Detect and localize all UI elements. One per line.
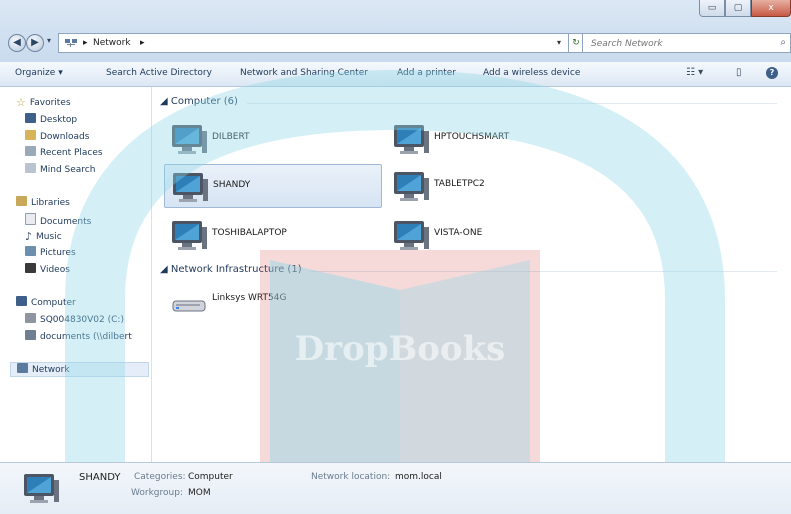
network-icon xyxy=(65,39,77,47)
computer-name: DILBERT xyxy=(212,132,250,142)
nav-item-desktop[interactable]: Desktop xyxy=(25,113,77,127)
details-location-label: Network location: xyxy=(311,472,391,482)
desktop-icon xyxy=(25,113,36,123)
group-header-computer[interactable]: ◢ Computer (6) xyxy=(160,96,238,107)
preview-pane-icon[interactable]: ▯ xyxy=(736,67,742,78)
details-workgroup-value: MOM xyxy=(188,488,211,498)
computer-name: HPTOUCHSMART xyxy=(434,132,510,142)
title-bar: ▭ ▢ x ◀ ▶ ▾ ▸ Network ▸ ▾ ↻ ⌕ xyxy=(0,0,791,63)
navigation-pane: ☆ Favorites Desktop Downloads Recent Plac… xyxy=(0,87,152,462)
nav-libraries[interactable]: Libraries xyxy=(16,196,70,210)
computer-icon xyxy=(173,173,208,202)
details-location-value: mom.local xyxy=(395,472,442,482)
mind-search-icon xyxy=(25,163,36,173)
back-button[interactable]: ◀ xyxy=(8,34,26,52)
nav-computer[interactable]: Computer xyxy=(16,296,76,310)
minimize-button[interactable]: ▭ xyxy=(699,0,725,17)
computer-icon xyxy=(172,221,207,250)
nav-item-downloads[interactable]: Downloads xyxy=(25,130,89,144)
computer-name: SHANDY xyxy=(213,180,251,190)
computer-tile-dilbert[interactable]: DILBERT xyxy=(164,117,382,161)
computer-name: TABLETPC2 xyxy=(434,179,485,189)
computer-icon xyxy=(24,474,59,503)
recent-pages-dropdown[interactable]: ▾ xyxy=(47,36,51,45)
music-icon: ♪ xyxy=(25,230,33,243)
nav-item-local-disk[interactable]: SQ004830V02 (C:) xyxy=(25,313,124,327)
nav-item-music[interactable]: ♪ Music xyxy=(25,230,62,244)
search-box[interactable]: ⌕ xyxy=(582,33,791,53)
view-options-icon[interactable]: ☷ ▾ xyxy=(686,67,703,78)
nav-item-network-drive[interactable]: documents (\\dilbert xyxy=(25,330,132,344)
forward-arrow-icon: ▶ xyxy=(31,37,39,48)
nav-item-pictures[interactable]: Pictures xyxy=(25,246,76,260)
network-drive-icon xyxy=(25,330,36,340)
explorer-window: ▭ ▢ x ◀ ▶ ▾ ▸ Network ▸ ▾ ↻ ⌕ Organize ▾ xyxy=(0,0,791,514)
back-arrow-icon: ◀ xyxy=(13,37,21,48)
computer-tile-tabletpc2[interactable]: TABLETPC2 xyxy=(386,164,604,208)
close-button[interactable]: x xyxy=(751,0,791,17)
router-icon xyxy=(172,300,206,312)
libraries-icon xyxy=(16,196,27,206)
collapse-triangle-icon[interactable]: ◢ xyxy=(160,96,168,107)
star-icon: ☆ xyxy=(16,96,26,109)
group-header-network-infrastructure[interactable]: ◢ Network Infrastructure (1) xyxy=(160,264,302,275)
add-wireless-device-button[interactable]: Add a wireless device xyxy=(483,68,580,78)
nav-item-mind-search[interactable]: Mind Search xyxy=(25,163,95,177)
breadcrumb-network[interactable]: Network xyxy=(93,38,131,48)
breadcrumb-separator[interactable]: ▸ xyxy=(83,38,88,48)
caption-buttons: ▭ ▢ x xyxy=(699,0,791,18)
collapse-triangle-icon[interactable]: ◢ xyxy=(160,264,168,275)
details-workgroup-label: Workgroup: xyxy=(131,488,183,498)
device-name: Linksys WRT54G xyxy=(212,293,287,303)
details-name: SHANDY xyxy=(79,472,121,483)
search-input[interactable] xyxy=(589,35,763,53)
nav-item-documents[interactable]: Documents xyxy=(25,213,91,227)
details-pane: SHANDY Categories: Computer Workgroup: M… xyxy=(0,462,791,514)
pictures-icon xyxy=(25,246,36,256)
computer-tile-toshibalaptop[interactable]: TOSHIBALAPTOP xyxy=(164,213,382,257)
network-sharing-center-button[interactable]: Network and Sharing Center xyxy=(240,68,368,78)
address-bar[interactable]: ▸ Network ▸ ▾ xyxy=(58,33,569,53)
group-divider xyxy=(247,103,777,104)
maximize-button[interactable]: ▢ xyxy=(725,0,751,17)
search-icon[interactable]: ⌕ xyxy=(780,37,786,48)
recent-places-icon xyxy=(25,146,36,156)
details-categories-label: Categories: xyxy=(134,472,186,482)
help-icon[interactable]: ? xyxy=(766,67,778,79)
computer-icon xyxy=(394,125,429,154)
add-printer-button[interactable]: Add a printer xyxy=(397,68,456,78)
computer-icon xyxy=(394,221,429,250)
computer-icon xyxy=(172,125,207,154)
details-categories-value: Computer xyxy=(188,472,233,482)
computer-tile-vista-one[interactable]: VISTA-ONE xyxy=(386,213,604,257)
group-divider xyxy=(310,271,777,272)
downloads-icon xyxy=(25,130,36,140)
computer-name: VISTA-ONE xyxy=(434,228,483,238)
search-active-directory-button[interactable]: Search Active Directory xyxy=(106,68,212,78)
refresh-icon: ↻ xyxy=(572,38,580,48)
nav-item-videos[interactable]: Videos xyxy=(25,263,70,277)
forward-button[interactable]: ▶ xyxy=(26,34,44,52)
nav-favorites[interactable]: ☆ Favorites xyxy=(16,96,71,110)
command-bar: Organize ▾ Search Active Directory Netwo… xyxy=(0,62,791,87)
device-tile-linksys[interactable]: Linksys WRT54G xyxy=(164,283,382,327)
organize-menu[interactable]: Organize ▾ xyxy=(15,68,63,78)
nav-item-recent-places[interactable]: Recent Places xyxy=(25,146,103,160)
documents-icon xyxy=(25,213,36,225)
hard-drive-icon xyxy=(25,313,36,323)
breadcrumb-separator[interactable]: ▸ xyxy=(140,38,145,48)
computer-icon xyxy=(16,296,27,306)
address-dropdown-icon[interactable]: ▾ xyxy=(557,38,561,47)
videos-icon xyxy=(25,263,36,273)
computer-icon xyxy=(394,172,429,201)
computer-tile-hptouchsmart[interactable]: HPTOUCHSMART xyxy=(386,117,604,161)
content-pane: ◢ Computer (6) DILBERT HPTOUCHSMART SHAN… xyxy=(152,87,791,462)
nav-network[interactable]: Network xyxy=(10,362,149,377)
network-icon xyxy=(17,363,28,373)
computer-tile-shandy[interactable]: SHANDY xyxy=(164,164,382,208)
computer-name: TOSHIBALAPTOP xyxy=(212,228,287,238)
